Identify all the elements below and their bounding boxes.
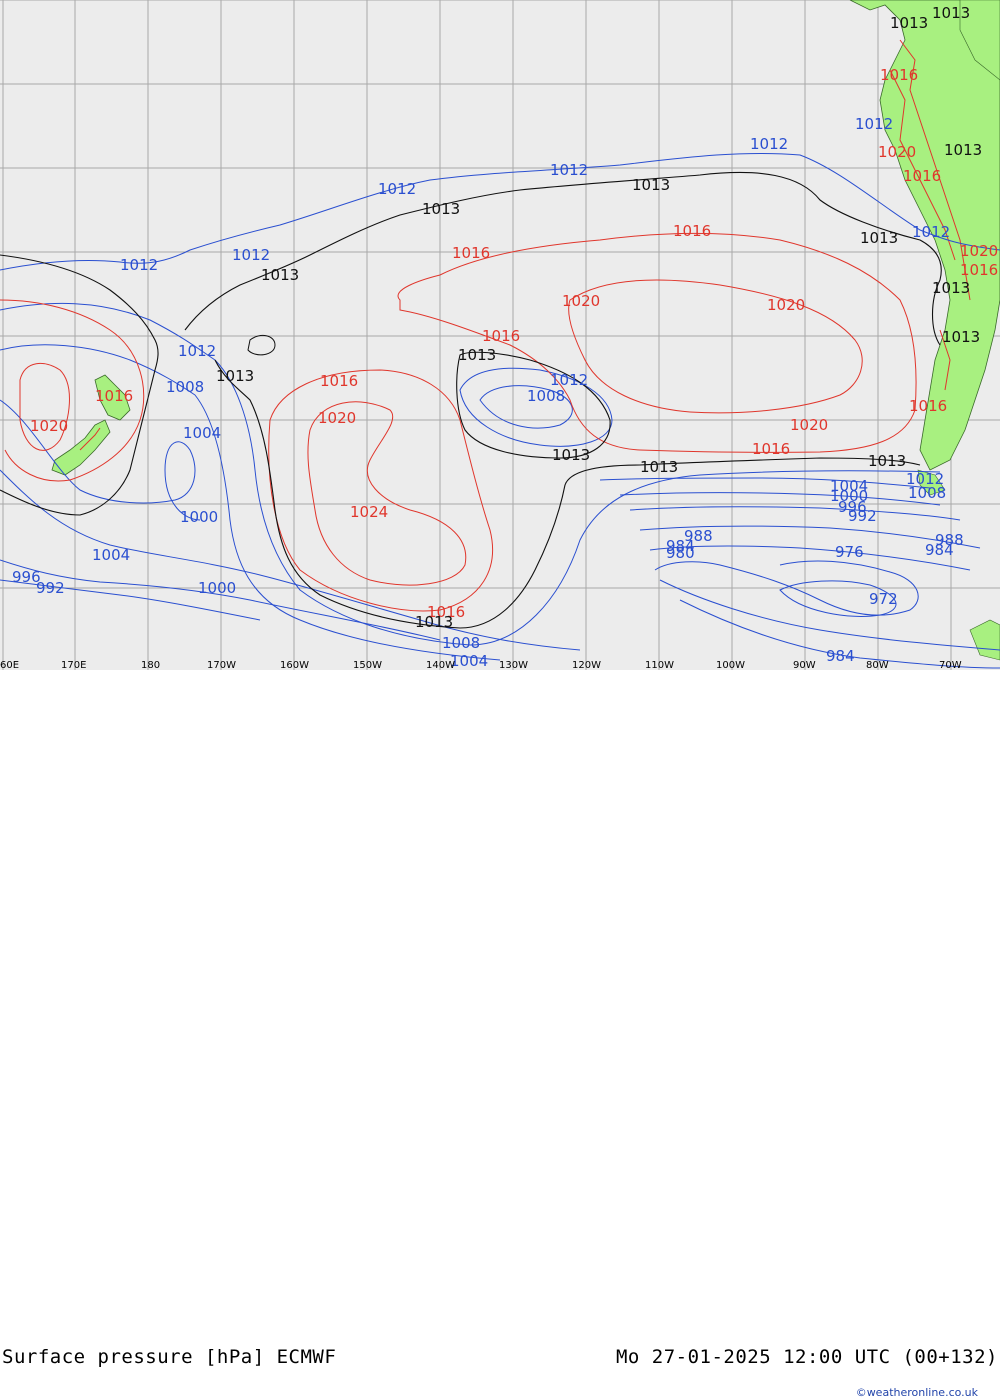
- svg-text:1013: 1013: [216, 367, 254, 385]
- svg-text:80W: 80W: [866, 660, 889, 670]
- svg-text:130W: 130W: [499, 660, 528, 670]
- svg-text:1012: 1012: [232, 246, 270, 264]
- svg-text:984: 984: [826, 647, 855, 665]
- svg-text:1016: 1016: [880, 66, 918, 84]
- svg-text:1016: 1016: [752, 440, 790, 458]
- svg-text:90W: 90W: [793, 660, 816, 670]
- svg-text:1016: 1016: [673, 222, 711, 240]
- svg-text:1012: 1012: [378, 180, 416, 198]
- svg-text:160W: 160W: [280, 660, 309, 670]
- svg-text:1012: 1012: [912, 223, 950, 241]
- svg-text:976: 976: [835, 543, 864, 561]
- svg-text:1020: 1020: [767, 296, 805, 314]
- svg-text:1020: 1020: [790, 416, 828, 434]
- svg-text:1013: 1013: [552, 446, 590, 464]
- svg-text:1016: 1016: [452, 244, 490, 262]
- svg-text:100W: 100W: [716, 660, 745, 670]
- svg-text:1020: 1020: [960, 242, 998, 260]
- svg-text:1020: 1020: [318, 409, 356, 427]
- svg-text:984: 984: [925, 541, 954, 559]
- svg-text:1016: 1016: [482, 327, 520, 345]
- svg-text:1013: 1013: [458, 346, 496, 364]
- svg-text:1013: 1013: [944, 141, 982, 159]
- svg-text:1013: 1013: [868, 452, 906, 470]
- svg-text:1012: 1012: [750, 135, 788, 153]
- svg-text:1008: 1008: [442, 634, 480, 652]
- svg-text:110W: 110W: [645, 660, 674, 670]
- svg-text:992: 992: [36, 579, 65, 597]
- svg-text:1016: 1016: [960, 261, 998, 279]
- svg-text:1004: 1004: [183, 424, 221, 442]
- svg-text:1024: 1024: [350, 503, 388, 521]
- svg-text:1020: 1020: [878, 143, 916, 161]
- svg-text:1016: 1016: [909, 397, 947, 415]
- svg-text:70W: 70W: [939, 660, 962, 670]
- svg-text:170E: 170E: [61, 660, 86, 670]
- svg-text:1013: 1013: [932, 279, 970, 297]
- svg-text:180: 180: [141, 660, 160, 670]
- svg-text:140W: 140W: [426, 660, 455, 670]
- svg-text:1000: 1000: [180, 508, 218, 526]
- svg-text:1008: 1008: [908, 484, 946, 502]
- svg-text:1013: 1013: [890, 14, 928, 32]
- svg-text:1012: 1012: [120, 256, 158, 274]
- svg-text:1012: 1012: [855, 115, 893, 133]
- valid-time: Mo 27-01-2025 12:00 UTC (00+132): [615, 1346, 998, 1368]
- map-svg: 1012 1012 1012 1012 1012 1012 1012 1012 …: [0, 0, 1000, 671]
- svg-text:992: 992: [848, 507, 877, 525]
- svg-text:1016: 1016: [95, 387, 133, 405]
- svg-text:60E: 60E: [0, 660, 19, 670]
- isobars-high: [0, 232, 917, 612]
- svg-text:1013: 1013: [422, 200, 460, 218]
- map-title: Surface pressure [hPa] ECMWF: [2, 1346, 337, 1368]
- isobar-1013: [0, 171, 942, 629]
- credit-link[interactable]: ©weatheronline.co.uk: [856, 1386, 978, 1399]
- svg-text:1013: 1013: [415, 613, 453, 631]
- svg-text:1000: 1000: [198, 579, 236, 597]
- svg-text:170W: 170W: [207, 660, 236, 670]
- isobar-labels: 1012 1012 1012 1012 1012 1012 1012 1012 …: [12, 4, 998, 670]
- svg-text:1008: 1008: [166, 378, 204, 396]
- svg-text:972: 972: [869, 590, 898, 608]
- svg-text:1013: 1013: [261, 266, 299, 284]
- svg-text:1016: 1016: [320, 372, 358, 390]
- svg-text:1012: 1012: [550, 161, 588, 179]
- svg-text:120W: 120W: [572, 660, 601, 670]
- svg-text:1016: 1016: [903, 167, 941, 185]
- svg-text:980: 980: [666, 544, 695, 562]
- pressure-map: 1012 1012 1012 1012 1012 1012 1012 1012 …: [0, 0, 1000, 671]
- svg-text:1004: 1004: [92, 546, 130, 564]
- svg-text:150W: 150W: [353, 660, 382, 670]
- svg-text:1013: 1013: [632, 176, 670, 194]
- svg-text:1013: 1013: [942, 328, 980, 346]
- svg-text:1013: 1013: [640, 458, 678, 476]
- isobars-low: [0, 152, 1000, 669]
- svg-text:1013: 1013: [860, 229, 898, 247]
- svg-text:1020: 1020: [30, 417, 68, 435]
- svg-text:1012: 1012: [178, 342, 216, 360]
- svg-text:1020: 1020: [562, 292, 600, 310]
- footer: Surface pressure [hPa] ECMWF Mo 27-01-20…: [0, 670, 1000, 1399]
- svg-text:1008: 1008: [527, 387, 565, 405]
- svg-text:1004: 1004: [450, 652, 488, 670]
- svg-text:1013: 1013: [932, 4, 970, 22]
